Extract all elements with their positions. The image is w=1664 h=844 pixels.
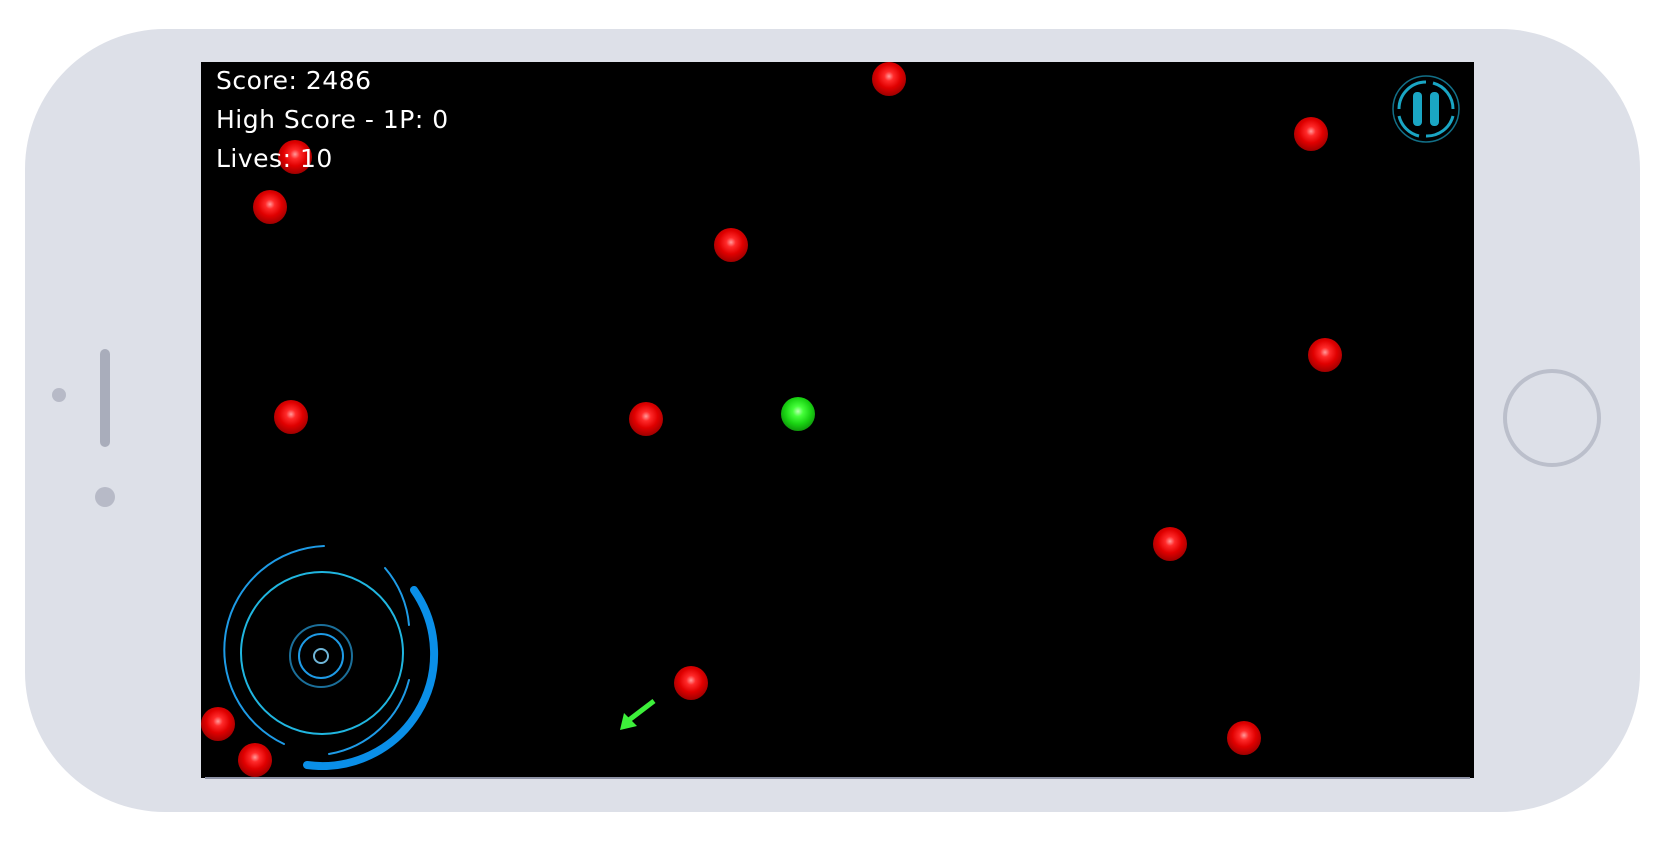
enemy-ball xyxy=(274,400,308,434)
enemy-ball xyxy=(1153,527,1187,561)
lives-label: Lives: 10 xyxy=(216,144,333,173)
front-camera-dot xyxy=(52,388,66,402)
speaker-grille xyxy=(100,349,110,447)
screen-bottom-edge xyxy=(205,777,1470,779)
sensor-dot xyxy=(95,487,115,507)
arrow-down-left-icon xyxy=(620,699,656,730)
enemy-ball xyxy=(714,228,748,262)
pause-button[interactable] xyxy=(1389,72,1463,146)
high-score-label: High Score - 1P: 0 xyxy=(216,105,449,134)
pause-icon xyxy=(1392,75,1460,143)
enemy-ball xyxy=(1294,117,1328,151)
enemy-ball xyxy=(1308,338,1342,372)
home-button[interactable] xyxy=(1503,369,1601,467)
player-ball xyxy=(781,397,815,431)
score-label: Score: 2486 xyxy=(216,66,372,95)
joystick-icon[interactable] xyxy=(219,540,449,770)
enemy-ball xyxy=(201,707,235,741)
enemy-ball xyxy=(1227,721,1261,755)
enemy-ball xyxy=(674,666,708,700)
enemy-ball xyxy=(253,190,287,224)
game-screen[interactable]: Score: 2486 High Score - 1P: 0 Lives: 10 xyxy=(201,62,1474,778)
enemy-ball xyxy=(238,743,272,777)
enemy-ball xyxy=(872,62,906,96)
enemy-ball xyxy=(629,402,663,436)
